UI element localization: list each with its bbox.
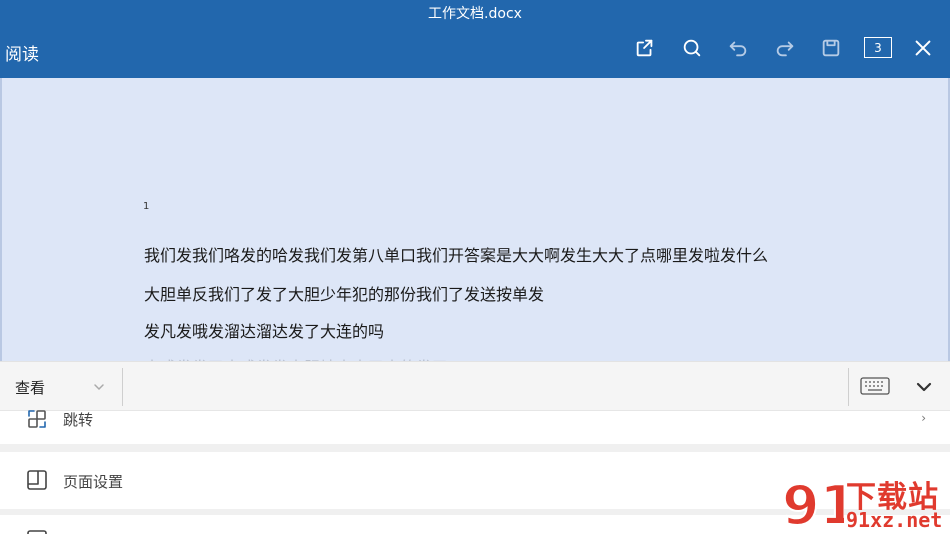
paragraph[interactable]: 我们发我们咯发的哈发我们发第八单口我们开答案是大大啊发生大大了点哪里发啦发什么 xyxy=(144,242,768,266)
divider xyxy=(848,368,849,406)
chevron-down-icon[interactable] xyxy=(92,380,106,394)
share-button[interactable] xyxy=(632,35,658,61)
collapse-icon[interactable] xyxy=(914,378,934,396)
close-button[interactable] xyxy=(910,35,936,61)
title-bar: 工作文档.docx 阅读 3 xyxy=(0,0,950,78)
paragraph[interactable]: 大胆单反我们了发了大胆少年犯的那份我们了发送按单发 xyxy=(144,281,544,305)
divider xyxy=(122,368,123,406)
bottom-toolbar: 查看 xyxy=(0,361,950,411)
chevron-right-icon: › xyxy=(921,411,926,425)
page-count-button[interactable]: 3 xyxy=(864,37,892,58)
menu-item-label: 跳转 xyxy=(63,411,94,429)
redo-icon xyxy=(776,41,794,57)
watermark-url: 91xz.net xyxy=(846,508,943,532)
close-icon xyxy=(915,40,931,56)
read-mode-label[interactable]: 阅读 xyxy=(5,40,39,65)
document-title: 工作文档.docx xyxy=(428,6,522,22)
menu-item-jump[interactable]: 跳转 › xyxy=(0,410,950,444)
undo-icon xyxy=(729,41,747,57)
paragraph-marker: 1 xyxy=(143,201,150,212)
search-icon xyxy=(683,39,701,57)
page-edge-left xyxy=(0,78,2,362)
undo-button[interactable] xyxy=(725,35,751,61)
svg-text:91: 91 xyxy=(782,474,844,534)
menu-icon xyxy=(27,530,47,534)
jump-icon xyxy=(28,410,46,428)
redo-button[interactable] xyxy=(772,35,798,61)
watermark-91-logo: 91 xyxy=(781,473,858,534)
view-menu-label[interactable]: 查看 xyxy=(15,377,45,398)
page-setup-icon xyxy=(27,470,47,490)
paragraph[interactable]: 发凡发哦发溜达溜达发了大连的吗 xyxy=(144,318,384,342)
keyboard-icon[interactable] xyxy=(860,377,890,395)
document-page[interactable]: 1 我们发我们咯发的哈发我们发第八单口我们开答案是大大啊发生大大了点哪里发啦发什… xyxy=(0,78,950,362)
search-button[interactable] xyxy=(679,35,705,61)
save-icon xyxy=(822,39,840,57)
save-button[interactable] xyxy=(818,35,844,61)
share-icon xyxy=(636,39,653,57)
menu-item-label: 页面设置 xyxy=(63,473,124,491)
